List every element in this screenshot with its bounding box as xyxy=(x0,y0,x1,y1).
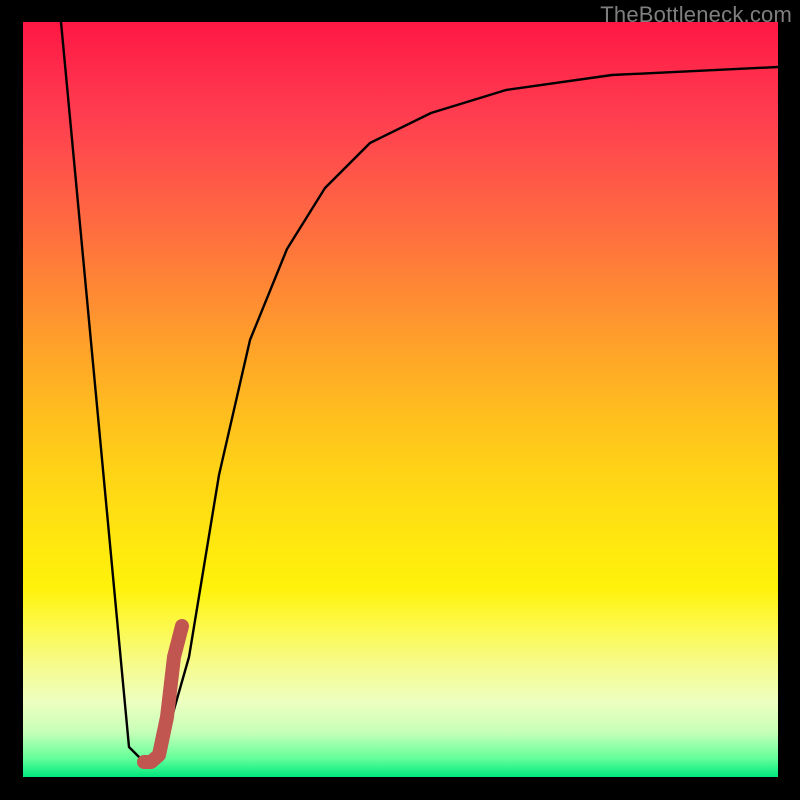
highlight-segment xyxy=(144,626,182,762)
watermark-text: TheBottleneck.com xyxy=(600,2,792,28)
chart-frame: TheBottleneck.com xyxy=(0,0,800,800)
curve-layer xyxy=(23,22,778,777)
plot-area xyxy=(23,22,778,777)
